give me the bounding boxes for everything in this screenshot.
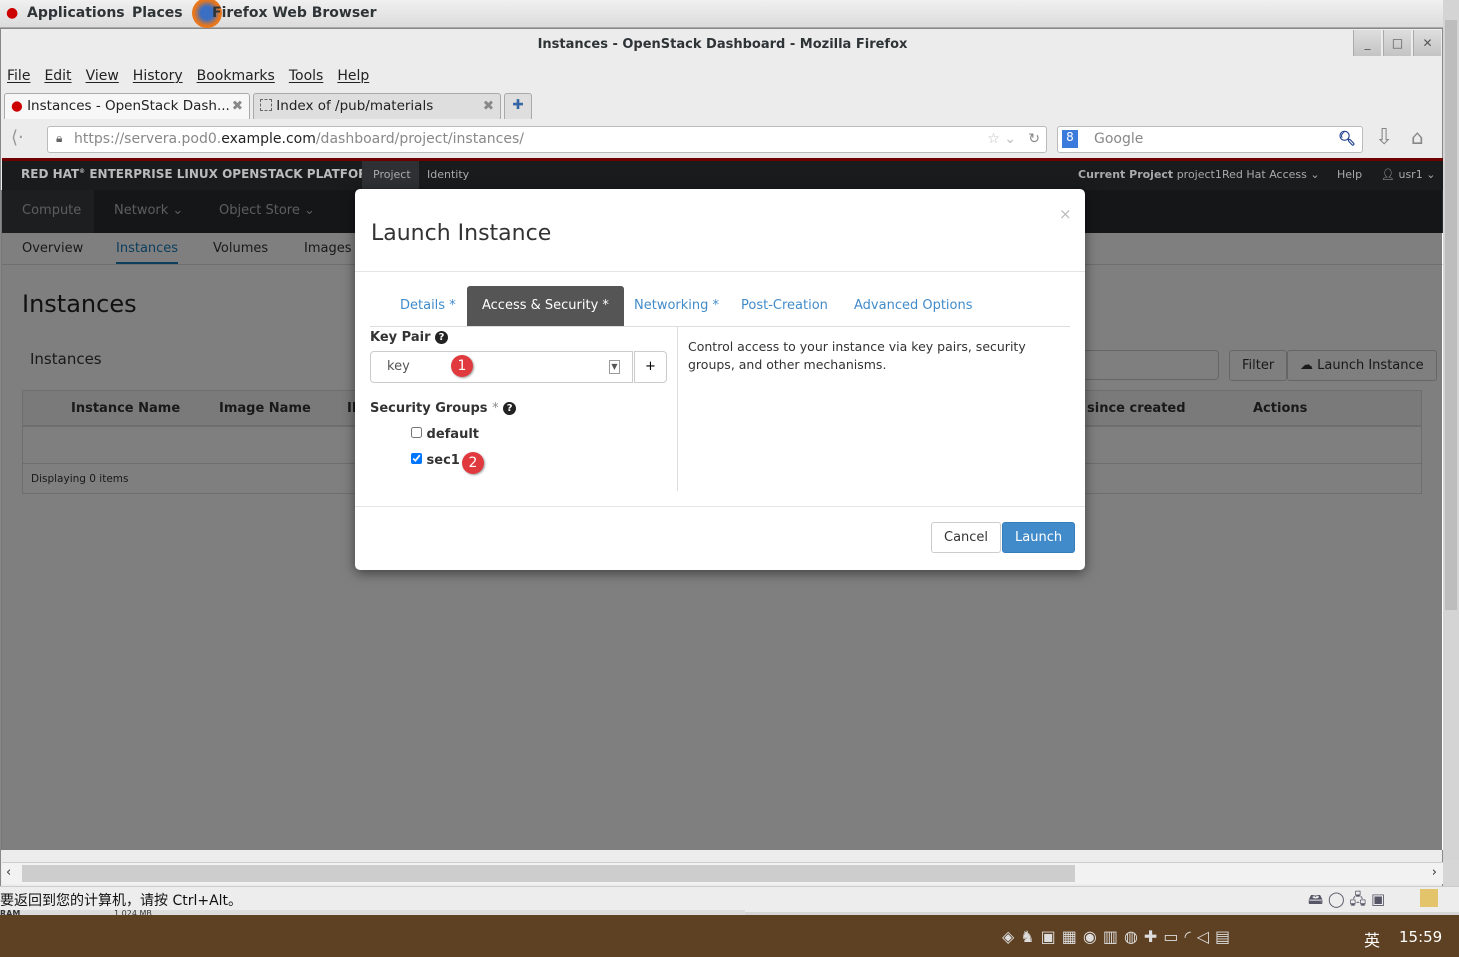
home-icon[interactable]: ⌂: [1411, 125, 1424, 149]
top-header: RED HAT® ENTERPRISE LINUX OPENSTACK PLAT…: [2, 158, 1443, 190]
launch-instance-modal: Launch Instance × Details * Access & Sec…: [355, 189, 1085, 570]
vm-status-bar: 要返回到您的计算机，请按 Ctrl+Alt。 🖴 ◯ 🖧 ▣: [0, 886, 1459, 912]
close-window-button[interactable]: ✕: [1413, 30, 1441, 56]
active-app-label[interactable]: Firefox Web Browser: [212, 5, 377, 21]
minimize-button[interactable]: _: [1353, 30, 1381, 56]
close-tab-icon[interactable]: ✖: [232, 98, 243, 114]
note-icon[interactable]: [1420, 889, 1438, 907]
redhat-access-dropdown[interactable]: Red Hat Access ⌄: [1222, 168, 1320, 181]
menu-edit[interactable]: Edit: [44, 68, 71, 84]
modal-close-button[interactable]: ×: [1059, 205, 1072, 223]
help-link[interactable]: Help: [1337, 168, 1362, 181]
desktop-top-bar: ● Applications Places Firefox Web Browse…: [0, 0, 1459, 28]
url-path: /dashboard/project/instances/: [315, 131, 524, 147]
modal-title: Launch Instance: [371, 221, 552, 246]
redhat-favicon: ●: [11, 98, 23, 114]
group-default[interactable]: default: [411, 427, 479, 442]
tab-materials[interactable]: Index of /pub/materials ✖: [253, 93, 501, 119]
header-tab-identity[interactable]: Identity: [427, 168, 469, 181]
tab-details[interactable]: Details *: [385, 286, 471, 326]
launch-button[interactable]: Launch: [1002, 522, 1076, 553]
brand-logo[interactable]: RED HAT® ENTERPRISE LINUX OPENSTACK PLAT…: [21, 167, 379, 181]
current-project-dropdown[interactable]: Current Project project1: [1078, 168, 1222, 181]
key-pair-label: Key Pair ?: [370, 330, 449, 345]
tab-label: Instances - OpenStack Dash...: [27, 98, 230, 114]
menu-tools[interactable]: Tools: [289, 68, 324, 84]
help-icon[interactable]: ?: [435, 331, 449, 344]
bookmark-star-icon[interactable]: ☆ ⌄: [987, 131, 1016, 147]
key-pair-select[interactable]: key ▼: [370, 351, 633, 383]
google-icon[interactable]: 8: [1062, 130, 1078, 148]
security-groups-label: Security Groups * ?: [370, 401, 517, 416]
vertical-scrollbar[interactable]: [1443, 0, 1459, 860]
sec1-checkbox[interactable]: [411, 453, 422, 464]
menu-view[interactable]: View: [86, 68, 119, 84]
help-text: Control access to your instance via key …: [688, 339, 1026, 372]
maximize-button[interactable]: □: [1383, 30, 1411, 56]
tab-instances[interactable]: ● Instances - OpenStack Dash... ✖: [4, 93, 250, 119]
menu-bar: File Edit View History Bookmarks Tools Help: [7, 68, 383, 84]
search-icon[interactable]: 🔍︎: [1338, 131, 1356, 147]
default-checkbox[interactable]: [411, 427, 422, 438]
cancel-button[interactable]: Cancel: [931, 522, 1002, 553]
tab-advanced-options[interactable]: Advanced Options: [839, 286, 988, 326]
applications-menu[interactable]: Applications: [27, 5, 125, 21]
clock[interactable]: 15:59: [1399, 928, 1442, 946]
reload-icon[interactable]: ↻: [1028, 131, 1040, 147]
redhat-icon: ●: [6, 5, 19, 21]
scrollbar-thumb[interactable]: [22, 865, 1075, 882]
window-title: Instances - OpenStack Dashboard - Mozill…: [537, 37, 908, 52]
tab-networking[interactable]: Networking *: [619, 286, 734, 326]
search-input[interactable]: 8 Google 🔍︎: [1057, 126, 1363, 153]
tab-access-security[interactable]: Access & Security *: [467, 286, 624, 326]
tray-icons[interactable]: ◈♞▣▦◉▥◍✚▭◜◁▤: [1002, 927, 1236, 946]
menu-file[interactable]: File: [7, 68, 30, 84]
close-tab-icon[interactable]: ✖: [483, 98, 494, 114]
search-placeholder: Google: [1094, 131, 1144, 147]
annotation-badge-2: 2: [462, 452, 484, 474]
help-icon[interactable]: ?: [503, 402, 517, 415]
menu-help[interactable]: Help: [337, 68, 369, 84]
places-menu[interactable]: Places: [132, 5, 183, 21]
group-sec1[interactable]: sec1: [411, 453, 460, 468]
annotation-badge-1: 1: [451, 355, 473, 377]
vscroll-thumb[interactable]: [1445, 20, 1457, 610]
taskbar: ◈♞▣▦◉▥◍✚▭◜◁▤ 英 15:59: [0, 915, 1459, 957]
page-favicon: [260, 99, 272, 111]
download-icon[interactable]: ⇩: [1375, 125, 1393, 150]
back-icon[interactable]: ⟨·: [11, 127, 24, 148]
vm-device-icons[interactable]: 🖴 ◯ 🖧 ▣: [1308, 889, 1385, 914]
new-tab-button[interactable]: ✚: [504, 93, 532, 119]
horizontal-scrollbar[interactable]: ‹ ›: [2, 862, 1443, 884]
ime-indicator[interactable]: 英: [1364, 927, 1380, 951]
url-prefix: https://servera.pod0.: [74, 131, 222, 147]
tab-label: Index of /pub/materials: [276, 98, 434, 114]
menu-history[interactable]: History: [133, 68, 183, 84]
chevron-down-icon[interactable]: ▼: [609, 360, 620, 374]
user-icon: 👤︎: [1381, 168, 1395, 181]
url-domain: example.com: [221, 131, 316, 147]
menu-bookmarks[interactable]: Bookmarks: [197, 68, 275, 84]
tab-post-creation[interactable]: Post-Creation: [726, 286, 843, 326]
user-menu[interactable]: 👤︎ usr1 ⌄: [1381, 168, 1435, 181]
release-hint: 要返回到您的计算机，请按 Ctrl+Alt。: [0, 893, 243, 909]
lock-icon: 🔒︎: [56, 131, 63, 145]
add-key-pair-button[interactable]: +: [634, 351, 667, 383]
url-bar[interactable]: 🔒︎ https://servera.pod0.example.com/dash…: [47, 126, 1047, 153]
header-tab-project[interactable]: Project: [362, 161, 419, 190]
